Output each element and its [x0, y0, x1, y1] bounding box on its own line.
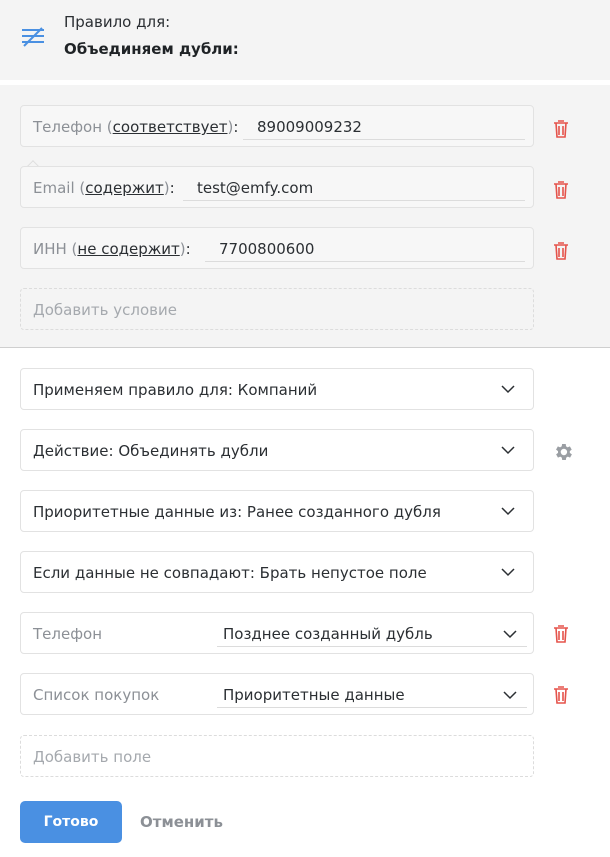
field-source-select[interactable]: Позднее созданный дубль — [217, 621, 527, 647]
condition-operator[interactable]: не содержит — [77, 240, 179, 258]
apply-for-select[interactable]: Применяем правило для: Компаний — [20, 368, 534, 410]
trash-icon[interactable] — [552, 180, 570, 200]
apply-for-value: Применяем правило для: Компаний — [33, 381, 318, 399]
trash-icon[interactable] — [552, 624, 570, 644]
condition-row-email[interactable]: Email (содержит): test@emfy.com — [20, 166, 534, 208]
rule-editor: Правило для: Объединяем дубли: Телефон (… — [0, 0, 610, 857]
condition-field: Email — [33, 179, 75, 197]
gear-icon[interactable] — [552, 441, 574, 463]
priority-select[interactable]: Приоритетные данные из: Ранее созданного… — [20, 490, 534, 532]
rule-header: Правило для: Объединяем дубли: — [0, 0, 610, 80]
condition-field: Телефон — [33, 118, 103, 136]
condition-operator[interactable]: соответствует — [113, 118, 228, 136]
action-value: Действие: Объединять дубли — [33, 442, 269, 460]
field-source-value: Приоритетные данные — [223, 686, 405, 704]
condition-label: Телефон (соответствует): — [33, 118, 239, 136]
field-source-select[interactable]: Приоритетные данные — [217, 682, 527, 708]
add-field-label: Добавить поле — [33, 748, 152, 766]
condition-value-input[interactable]: 7700800600 — [205, 236, 525, 262]
add-field-button[interactable]: Добавить поле — [20, 735, 534, 777]
condition-field: ИНН — [33, 240, 67, 258]
cancel-button[interactable]: Отменить — [140, 813, 223, 831]
trash-icon[interactable] — [552, 241, 570, 261]
field-row-phone: Телефон Позднее созданный дубль — [20, 612, 534, 654]
condition-label: Email (содержит): — [33, 179, 175, 197]
field-row-purchases: Список покупок Приоритетные данные — [20, 673, 534, 715]
done-button[interactable]: Готово — [20, 801, 122, 843]
field-name: Список покупок — [33, 686, 160, 704]
condition-value-input[interactable]: test@emfy.com — [183, 175, 525, 201]
priority-value: Приоритетные данные из: Ранее созданного… — [33, 503, 441, 521]
mismatch-select[interactable]: Если данные не совпадают: Брать непустое… — [20, 551, 534, 593]
condition-label: ИНН (не содержит): — [33, 240, 191, 258]
mismatch-value: Если данные не совпадают: Брать непустое… — [33, 564, 427, 582]
condition-value-input[interactable]: 89009009232 — [243, 114, 525, 140]
conditions-section: Телефон (соответствует): 89009009232 Ema… — [0, 85, 610, 348]
trash-icon[interactable] — [552, 119, 570, 139]
field-source-value: Позднее созданный дубль — [223, 625, 433, 643]
condition-colon: : — [169, 179, 175, 197]
condition-colon: : — [185, 240, 191, 258]
rule-name: Объединяем дубли: — [64, 40, 239, 58]
add-condition-label: Добавить условие — [33, 301, 177, 319]
condition-operator[interactable]: содержит — [85, 179, 164, 197]
header-title: Правило для: — [64, 13, 171, 31]
chevron-down-icon — [501, 507, 515, 516]
trash-icon[interactable] — [552, 685, 570, 705]
chevron-down-icon — [501, 568, 515, 577]
condition-colon: : — [233, 118, 239, 136]
chevron-down-icon — [501, 385, 515, 394]
field-name: Телефон — [33, 625, 103, 643]
condition-row-phone[interactable]: Телефон (соответствует): 89009009232 — [20, 105, 534, 147]
chevron-down-icon — [503, 691, 517, 700]
add-condition-button[interactable]: Добавить условие — [20, 288, 534, 330]
chevron-down-icon — [503, 630, 517, 639]
condition-row-inn[interactable]: ИНН (не содержит): 7700800600 — [20, 227, 534, 269]
rule-list-icon — [22, 27, 44, 47]
action-select[interactable]: Действие: Объединять дубли — [20, 429, 534, 471]
chevron-down-icon — [501, 446, 515, 455]
